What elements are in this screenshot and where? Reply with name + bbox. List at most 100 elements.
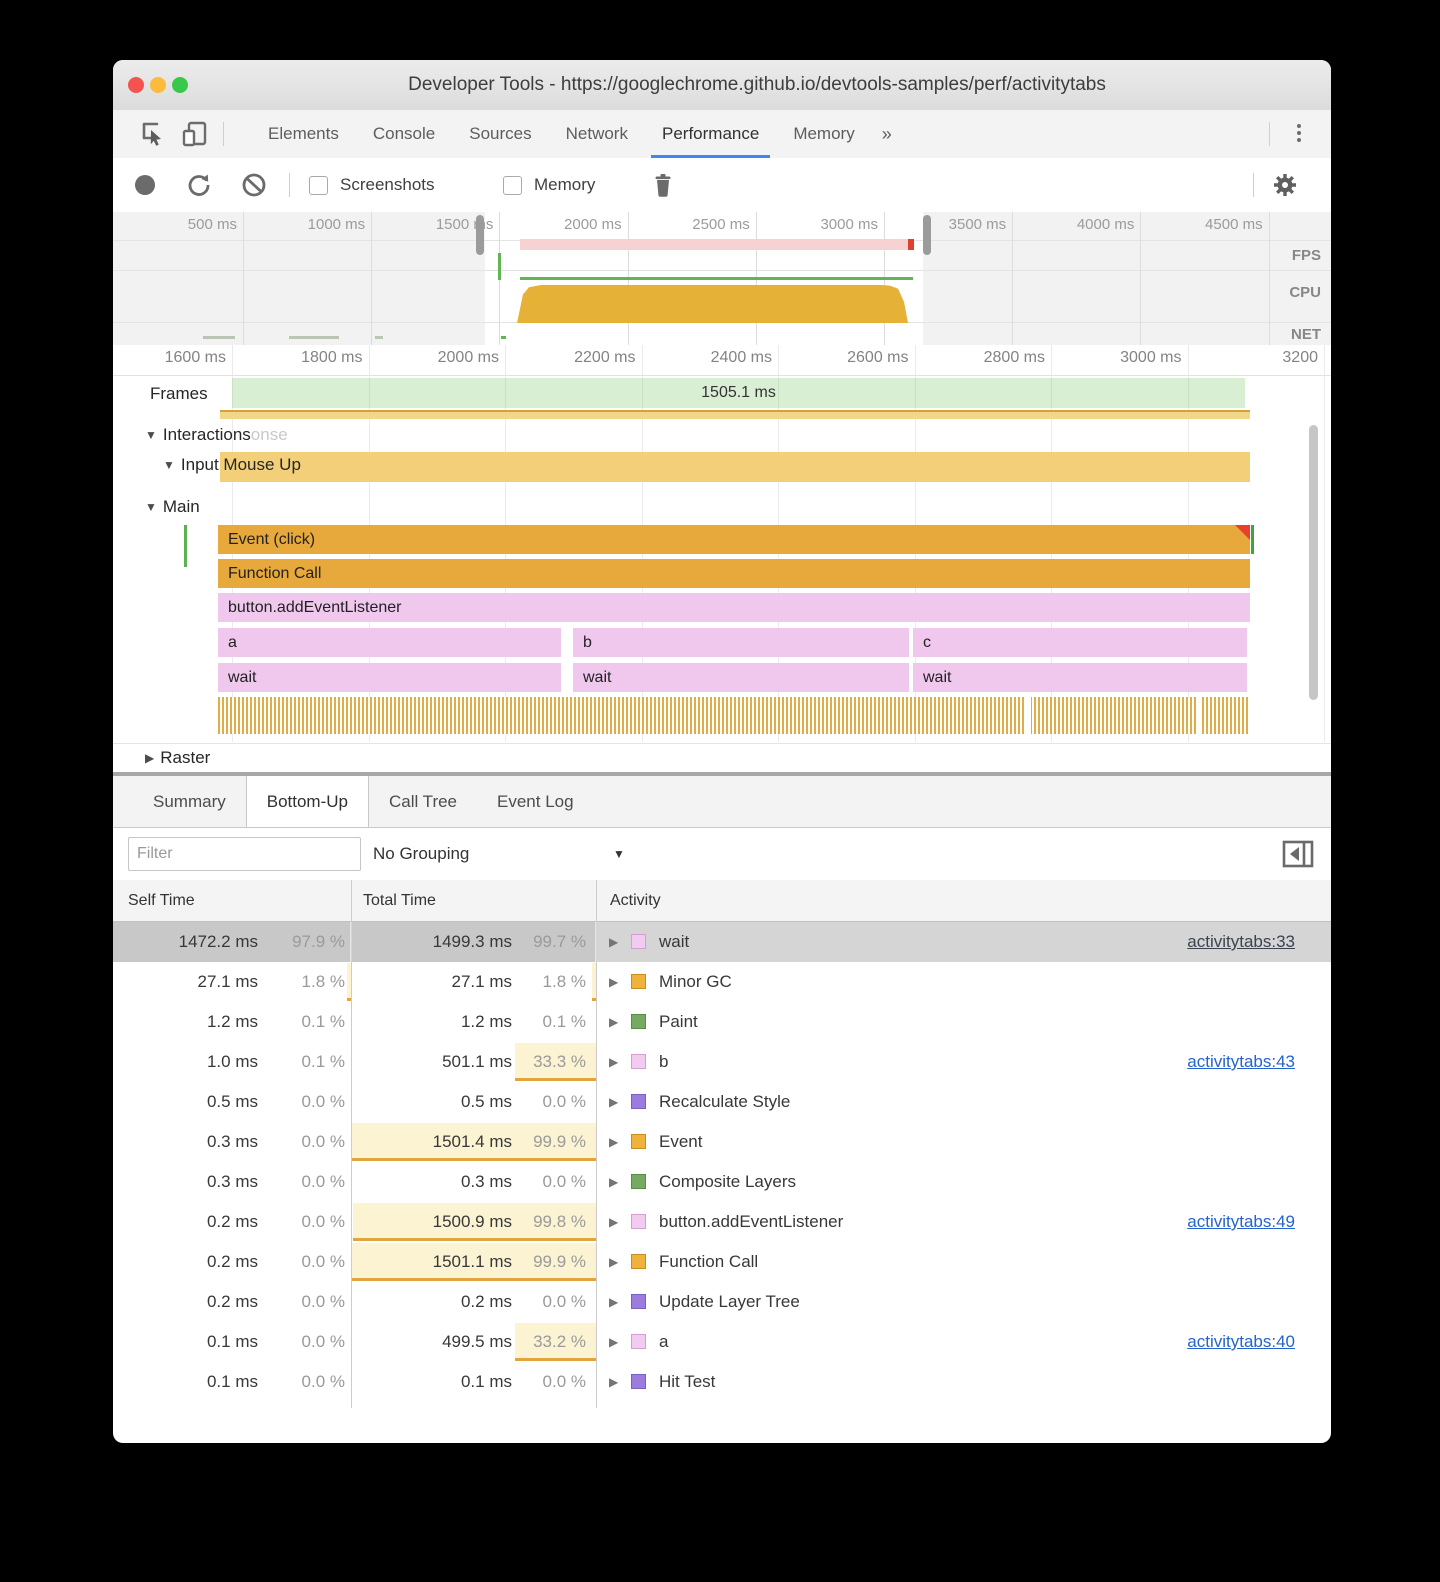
expand-row-icon[interactable]: ▶	[609, 922, 618, 962]
expand-row-icon[interactable]: ▶	[609, 1362, 618, 1402]
input-mouse-up-bar[interactable]	[220, 452, 1250, 482]
expand-row-icon[interactable]: ▶	[609, 1042, 618, 1082]
flame-bar-wait[interactable]: wait	[913, 663, 1247, 692]
flame-chart-scrollbar[interactable]	[1309, 425, 1318, 700]
table-row[interactable]: 0.2 ms0.0 %1500.9 ms99.8 %▶button.addEve…	[113, 1202, 1331, 1242]
tab-call-tree[interactable]: Call Tree	[369, 776, 477, 827]
devtools-window: Developer Tools - https://googlechrome.g…	[113, 60, 1331, 1443]
filter-input[interactable]	[128, 837, 361, 871]
device-toolbar-icon[interactable]	[180, 119, 210, 149]
source-link[interactable]: activitytabs:43	[1187, 1042, 1295, 1082]
clear-recording-icon[interactable]	[240, 171, 268, 199]
table-row[interactable]: 0.2 ms0.0 %0.2 ms0.0 %▶Update Layer Tree	[113, 1282, 1331, 1322]
table-row[interactable]: 1472.2 ms97.9 %1499.3 ms99.7 %▶waitactiv…	[113, 922, 1331, 962]
input-track-label[interactable]: ▼Input Mouse Up	[163, 455, 301, 475]
expand-row-icon[interactable]: ▶	[609, 1082, 618, 1122]
ruler-tick-label: 3000 ms	[1120, 349, 1181, 367]
table-row[interactable]: 27.1 ms1.8 %27.1 ms1.8 %▶Minor GC	[113, 962, 1331, 1002]
expand-row-icon[interactable]: ▶	[609, 962, 618, 1002]
table-row[interactable]: 0.3 ms0.0 %1501.4 ms99.9 %▶Event	[113, 1122, 1331, 1162]
tab-memory[interactable]: Memory	[776, 110, 871, 158]
expand-row-icon[interactable]: ▶	[609, 1282, 618, 1322]
toggle-sidebar-icon[interactable]	[1281, 837, 1315, 871]
grouping-select[interactable]: No Grouping	[373, 828, 469, 880]
self-time-cell: 0.5 ms0.0 %	[113, 1082, 351, 1122]
overview-tick-label: 4500 ms	[1205, 216, 1263, 233]
expand-row-icon[interactable]: ▶	[609, 1202, 618, 1242]
self-time-value: 0.1 ms	[207, 1322, 258, 1362]
trash-icon[interactable]	[649, 171, 677, 199]
timeline-overview[interactable]: 500 ms1000 ms1500 ms2000 ms2500 ms3000 m…	[113, 212, 1331, 345]
tab-network[interactable]: Network	[549, 110, 645, 158]
expand-row-icon[interactable]: ▶	[609, 1122, 618, 1162]
more-options-icon[interactable]	[1297, 124, 1303, 144]
tab-console[interactable]: Console	[356, 110, 452, 158]
more-tabs-icon[interactable]: »	[872, 110, 902, 158]
source-link[interactable]: activitytabs:49	[1187, 1202, 1295, 1242]
self-time-percent: 0.0 %	[302, 1282, 345, 1322]
header-total-time[interactable]: Total Time	[363, 880, 436, 922]
expand-row-icon[interactable]: ▶	[609, 1242, 618, 1282]
table-row[interactable]: 0.1 ms0.0 %499.5 ms33.2 %▶aactivitytabs:…	[113, 1322, 1331, 1362]
raster-track-label[interactable]: ▶Raster	[145, 748, 210, 768]
minimize-window-button[interactable]	[150, 77, 166, 93]
gear-icon[interactable]	[1271, 171, 1299, 199]
zoom-window-button[interactable]	[172, 77, 188, 93]
expand-row-icon[interactable]: ▶	[609, 1002, 618, 1042]
screenshots-checkbox[interactable]	[309, 176, 328, 195]
expand-icon[interactable]: ▶	[145, 751, 154, 765]
header-self-time[interactable]: Self Time	[128, 880, 195, 922]
selection-handle-left[interactable]	[476, 215, 484, 255]
table-row[interactable]: 1.0 ms0.1 %501.1 ms33.3 %▶bactivitytabs:…	[113, 1042, 1331, 1082]
dropdown-arrow-icon[interactable]: ▼	[613, 828, 625, 880]
tab-summary[interactable]: Summary	[133, 776, 246, 827]
tab-elements[interactable]: Elements	[251, 110, 356, 158]
header-activity[interactable]: Activity	[610, 880, 661, 922]
flame-chart[interactable]: 1600 ms1800 ms2000 ms2200 ms2400 ms2600 …	[113, 345, 1331, 772]
source-link[interactable]: activitytabs:33	[1187, 922, 1295, 962]
total-time-value: 0.1 ms	[461, 1362, 512, 1402]
flame-bar-b[interactable]: b	[573, 628, 909, 657]
main-label-text: Main	[163, 497, 200, 516]
screenshots-checkbox-label[interactable]: Screenshots	[340, 158, 435, 212]
activity-name: Minor GC	[659, 962, 732, 1002]
record-button[interactable]	[135, 175, 155, 195]
interactions-track-label[interactable]: ▼Interactionsonse	[145, 425, 288, 445]
table-row[interactable]: 0.1 ms0.0 %0.1 ms0.0 %▶Hit Test	[113, 1362, 1331, 1402]
table-row[interactable]: 1.2 ms0.1 %1.2 ms0.1 %▶Paint	[113, 1002, 1331, 1042]
frames-bar[interactable]: 1505.1 ms	[232, 378, 1245, 408]
total-time-percent: 99.7 %	[533, 922, 586, 962]
flame-bar-c[interactable]: c	[913, 628, 1247, 657]
collapse-icon[interactable]: ▼	[145, 428, 157, 442]
flame-bar-function-call[interactable]: Function Call	[218, 559, 1250, 588]
table-row[interactable]: 0.3 ms0.0 %0.3 ms0.0 %▶Composite Layers	[113, 1162, 1331, 1202]
table-row[interactable]: 0.5 ms0.0 %0.5 ms0.0 %▶Recalculate Style	[113, 1082, 1331, 1122]
timings-strip	[220, 410, 1250, 419]
flame-bar-a[interactable]: a	[218, 628, 561, 657]
flame-bar-wait[interactable]: wait	[573, 663, 909, 692]
reload-and-record-icon[interactable]	[185, 171, 213, 199]
flame-bar-wait[interactable]: wait	[218, 663, 561, 692]
flame-bar-event-click[interactable]: Event (click)	[218, 525, 1250, 554]
memory-checkbox-label[interactable]: Memory	[534, 158, 595, 212]
overview-dim-left	[113, 212, 485, 345]
inspect-element-icon[interactable]	[138, 119, 168, 149]
activity-name: a	[659, 1322, 668, 1362]
expand-row-icon[interactable]: ▶	[609, 1162, 618, 1202]
source-link[interactable]: activitytabs:40	[1187, 1322, 1295, 1362]
memory-checkbox[interactable]	[503, 176, 522, 195]
collapse-icon[interactable]: ▼	[163, 458, 175, 472]
table-row[interactable]: 0.2 ms0.0 %1501.1 ms99.9 %▶Function Call	[113, 1242, 1331, 1282]
tab-bottom-up[interactable]: Bottom-Up	[246, 776, 369, 827]
main-track-label[interactable]: ▼ Main	[145, 497, 200, 517]
tab-performance[interactable]: Performance	[645, 110, 776, 158]
selection-handle-right[interactable]	[923, 215, 931, 255]
tab-event-log[interactable]: Event Log	[477, 776, 594, 827]
collapse-icon[interactable]: ▼	[145, 500, 157, 514]
expand-row-icon[interactable]: ▶	[609, 1322, 618, 1362]
activity-cell: ▶button.addEventListeneractivitytabs:49	[597, 1202, 1331, 1242]
activity-color-swatch	[631, 1014, 646, 1029]
tab-sources[interactable]: Sources	[452, 110, 548, 158]
close-window-button[interactable]	[128, 77, 144, 93]
flame-bar-add-event-listener[interactable]: button.addEventListener	[218, 593, 1250, 622]
